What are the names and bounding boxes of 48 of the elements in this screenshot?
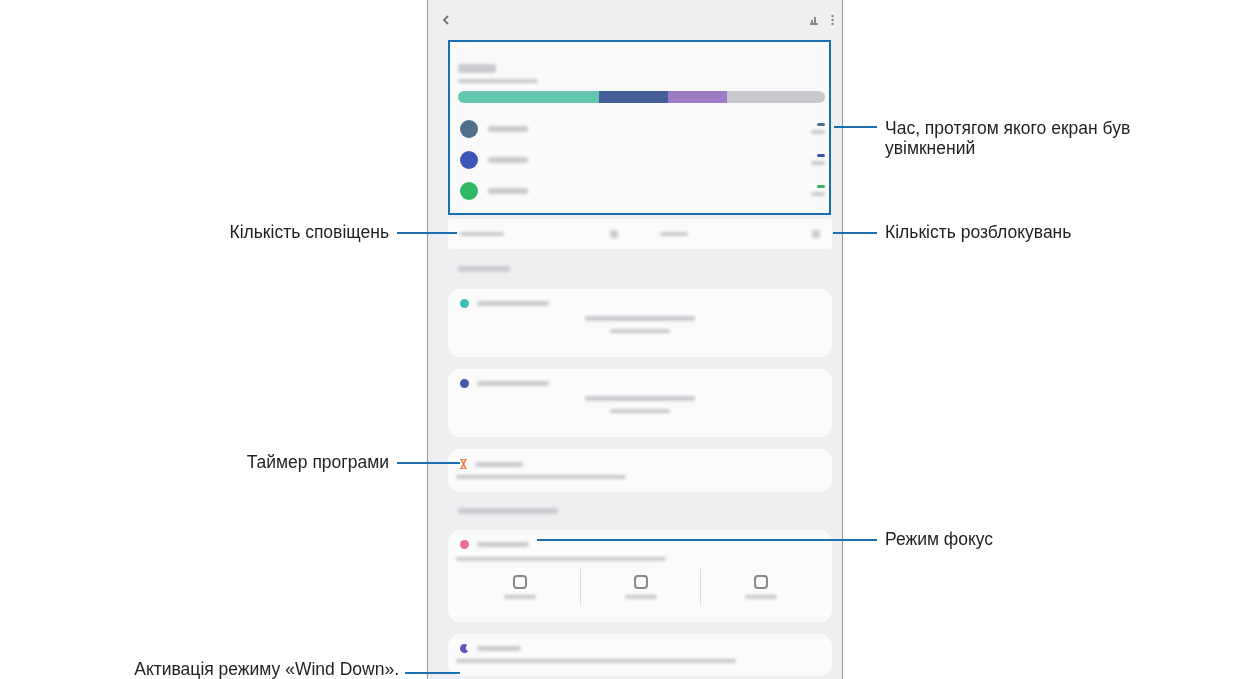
- app-icon[interactable]: [460, 119, 478, 138]
- mode-icon[interactable]: [753, 575, 768, 589]
- leader-line: [834, 126, 877, 128]
- blurred-text: [477, 381, 549, 386]
- chart-icon[interactable]: [809, 15, 819, 25]
- callout-label: Кількість розблокувань: [885, 222, 1072, 242]
- focus-icon: [460, 540, 469, 549]
- blurred-text: [811, 161, 825, 165]
- callout-label: Таймер програми: [246, 452, 389, 472]
- back-icon[interactable]: [442, 15, 450, 25]
- focus-mode-card[interactable]: [448, 530, 832, 622]
- blurred-text: [504, 595, 536, 599]
- blurred-text: [610, 409, 670, 413]
- usage-mark: [817, 185, 825, 188]
- blurred-text: [488, 125, 528, 132]
- callout-label: Режим фокус: [885, 529, 994, 549]
- leader-line: [833, 232, 877, 234]
- blurred-text: [477, 646, 521, 651]
- usage-mark: [817, 123, 825, 126]
- blurred-text: [744, 595, 777, 599]
- callout-label: Активація режиму «Wind Down».: [134, 659, 399, 679]
- moon-icon: [460, 644, 469, 653]
- blurred-text: [488, 156, 528, 163]
- blurred-text: [660, 232, 689, 236]
- mode-icon[interactable]: [633, 575, 648, 589]
- blurred-text: [458, 266, 510, 272]
- blurred-text: [610, 329, 670, 333]
- leader-line: [397, 232, 457, 234]
- callout-label: Кількість сповіщень: [229, 222, 389, 242]
- blurred-text: [811, 192, 825, 196]
- leader-line: [405, 672, 460, 674]
- blurred-text: [488, 187, 528, 194]
- usage-mark: [817, 154, 825, 157]
- count-icon: [610, 230, 619, 238]
- blurred-text: [477, 301, 549, 306]
- more-icon[interactable]: [831, 14, 834, 26]
- mode-icon[interactable]: [513, 575, 527, 589]
- blurred-text: [458, 64, 496, 73]
- blurred-text: [624, 595, 657, 599]
- blurred-text: [475, 461, 523, 467]
- blurred-text: [811, 130, 825, 134]
- leader-line: [397, 462, 460, 464]
- hourglass-icon: [460, 459, 467, 469]
- callout-label: Час, протягом якого екран був увімкнений: [885, 118, 1132, 158]
- app-icon[interactable]: [460, 150, 478, 169]
- blurred-text: [477, 542, 529, 547]
- blurred-text: [460, 232, 504, 236]
- count-icon: [812, 230, 820, 238]
